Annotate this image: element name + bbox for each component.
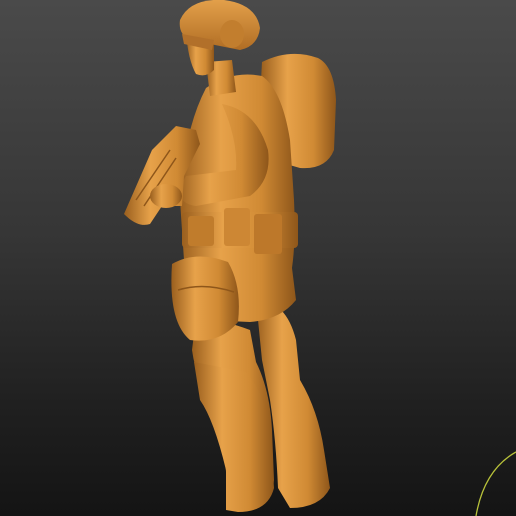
ear-protector xyxy=(220,20,244,48)
soldier-sculpt-model[interactable] xyxy=(0,0,516,516)
thigh-pouch xyxy=(171,256,239,341)
hand xyxy=(150,184,182,208)
sculpt-viewport[interactable] xyxy=(0,0,516,516)
transform-gizmo-ring xyxy=(475,451,516,516)
